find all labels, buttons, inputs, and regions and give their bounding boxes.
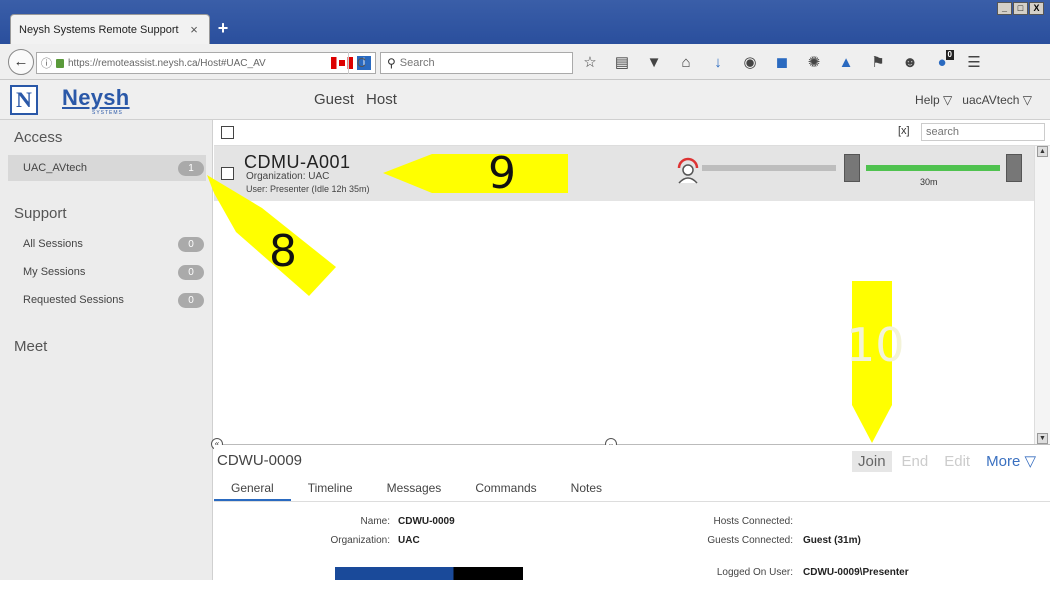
name-label: Name: — [360, 516, 390, 527]
bottom-strip — [0, 580, 1050, 600]
tab-commands[interactable]: Commands — [458, 476, 553, 501]
annotation-label-10: 10 — [846, 318, 905, 372]
organization-label: Organization: — [330, 535, 390, 546]
detail-tabs: General Timeline Messages Commands Notes — [214, 476, 1050, 502]
logged-on-user-value: CDWU-0009\Presenter — [803, 567, 909, 578]
detail-title: CDWU-0009 — [217, 452, 303, 469]
annotation-label-9: 9 — [488, 148, 516, 199]
end-button[interactable]: End — [896, 451, 935, 472]
hosts-connected-label: Hosts Connected: — [713, 516, 794, 527]
guests-connected-value: Guest (31m) — [803, 535, 861, 546]
detail-actions: Join End Edit More ▽ — [852, 450, 1042, 472]
organization-value: UAC — [398, 535, 420, 546]
name-value: CDWU-0009 — [398, 516, 455, 527]
arrow-9 — [383, 154, 568, 193]
join-button[interactable]: Join — [852, 450, 892, 472]
guests-connected-label: Guests Connected: — [707, 535, 793, 546]
annotation-label-8: 8 — [269, 226, 297, 277]
tab-timeline[interactable]: Timeline — [291, 476, 370, 501]
edit-button[interactable]: Edit — [938, 451, 976, 472]
tab-messages[interactable]: Messages — [370, 476, 459, 501]
tab-notes[interactable]: Notes — [554, 476, 619, 501]
screen-thumbnail[interactable] — [335, 567, 523, 580]
more-button[interactable]: More ▽ — [980, 450, 1042, 472]
tab-general[interactable]: General — [214, 476, 291, 501]
session-detail: CDWU-0009 Join End Edit More ▽ General T… — [214, 445, 1050, 580]
logged-on-user-label: Logged On User: — [716, 567, 793, 578]
